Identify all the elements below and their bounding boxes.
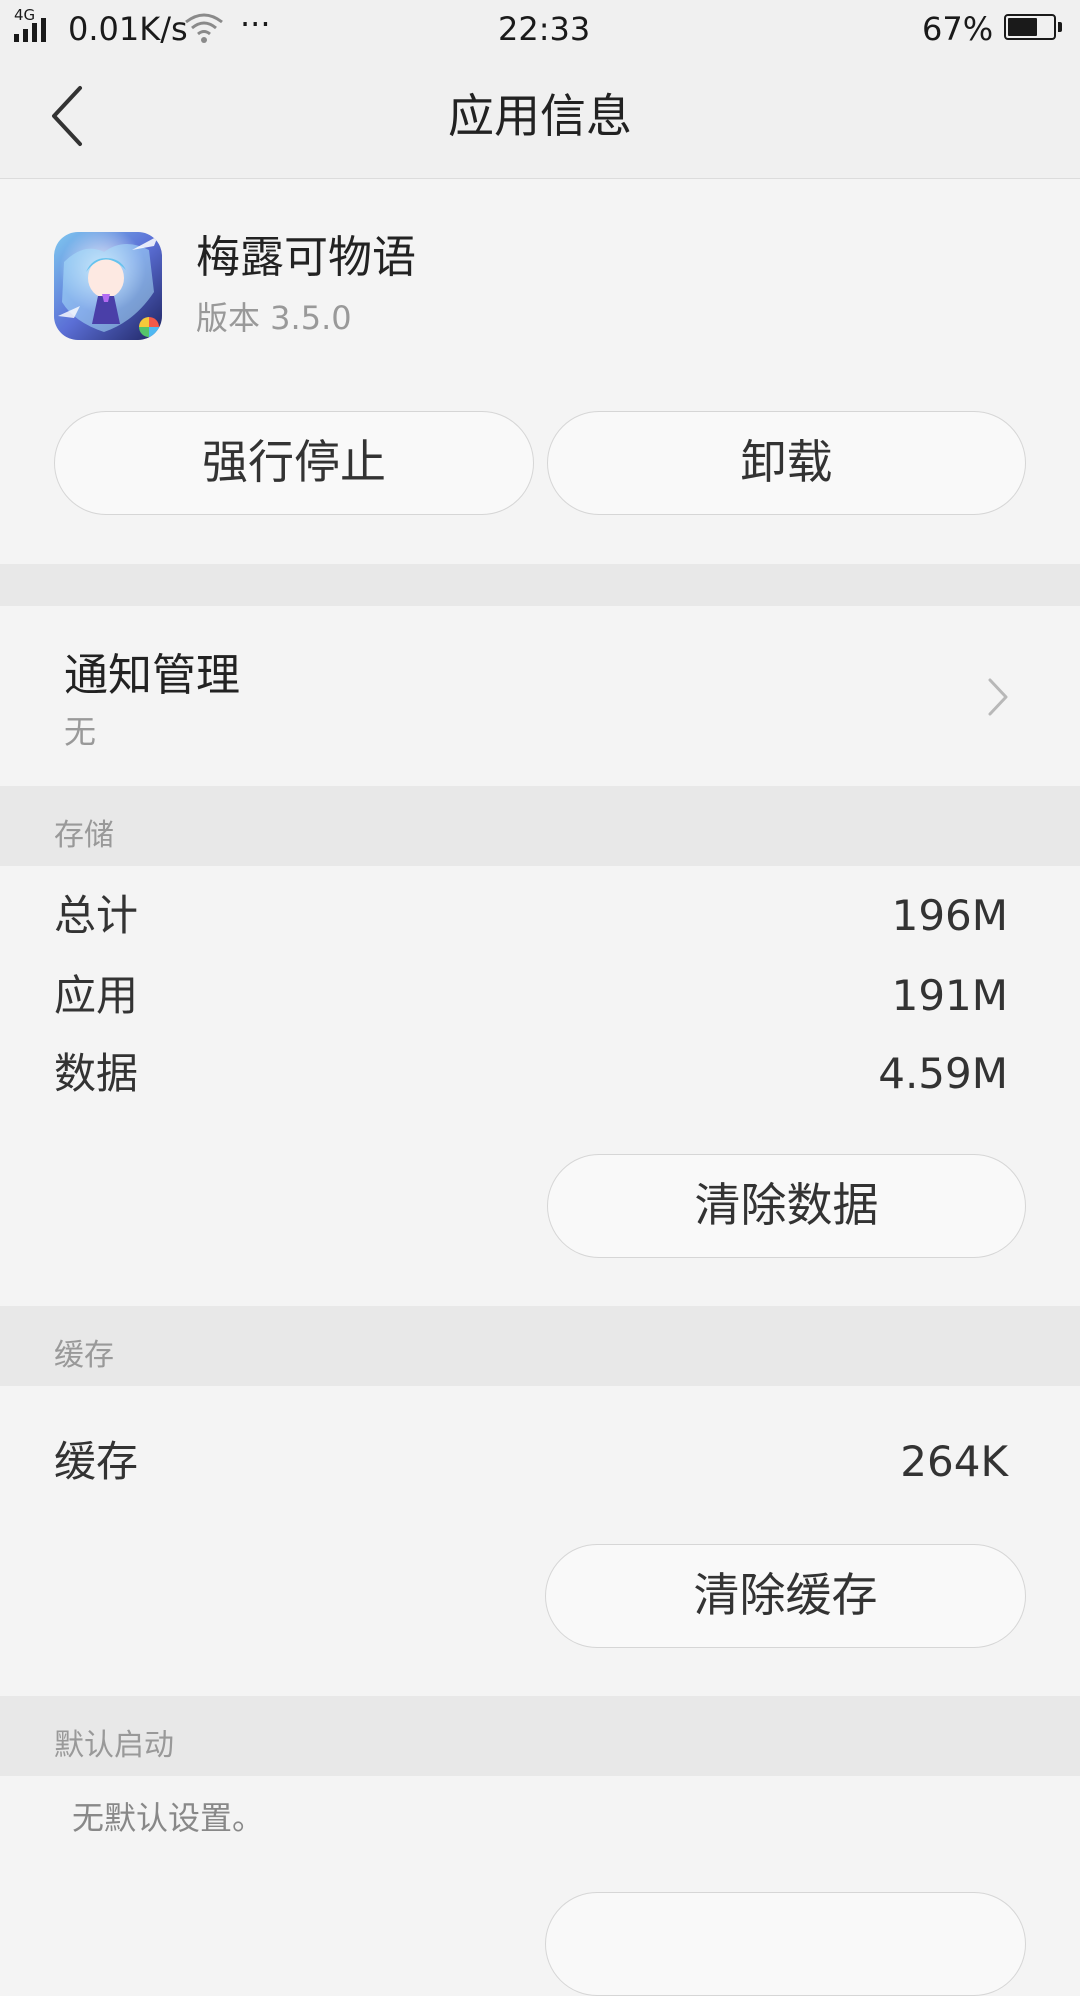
battery-icon xyxy=(1004,14,1062,40)
storage-data-value: 4.59M xyxy=(878,1049,1008,1098)
cache-header-label: 缓存 xyxy=(54,1338,114,1373)
uninstall-button[interactable]: 卸载 xyxy=(547,411,1026,515)
app-name: 梅露可物语 xyxy=(196,232,416,283)
title-bar: 应用信息 xyxy=(0,58,1080,179)
storage-data-label: 数据 xyxy=(54,1049,139,1098)
storage-app-label: 应用 xyxy=(54,971,139,1020)
cache-section xyxy=(0,1386,1080,1696)
status-bar: 4G 0.01K/s ··· 22:33 67% xyxy=(0,0,1080,58)
storage-total-label: 总计 xyxy=(54,891,139,940)
notification-value: 无 xyxy=(64,713,97,751)
default-launch-text: 无默认设置。 xyxy=(72,1799,265,1837)
default-launch-header-label: 默认启动 xyxy=(54,1728,174,1763)
cache-value: 264K xyxy=(900,1437,1008,1486)
section-divider xyxy=(0,564,1080,606)
page-title: 应用信息 xyxy=(448,89,632,143)
app-icon xyxy=(54,232,162,340)
signal-icon xyxy=(14,18,46,42)
app-version: 版本 3.5.0 xyxy=(196,299,352,337)
notification-management-row[interactable]: 通知管理 无 xyxy=(0,606,1080,786)
default-launch-section-header: 默认启动 xyxy=(0,1696,1080,1776)
storage-header-label: 存储 xyxy=(54,818,114,853)
cache-section-header: 缓存 xyxy=(0,1306,1080,1386)
cache-label: 缓存 xyxy=(54,1437,139,1486)
battery-percent: 67% xyxy=(922,10,994,48)
clock: 22:33 xyxy=(498,10,591,48)
battery-level xyxy=(1008,18,1037,36)
wifi-icon xyxy=(185,13,223,43)
force-stop-button[interactable]: 强行停止 xyxy=(54,411,534,515)
chevron-right-icon xyxy=(988,678,1008,716)
clear-cache-button[interactable]: 清除缓存 xyxy=(545,1544,1026,1648)
storage-app-value: 191M xyxy=(891,971,1008,1020)
network-speed: 0.01K/s xyxy=(68,10,188,48)
storage-section-header: 存储 xyxy=(0,786,1080,866)
storage-total-value: 196M xyxy=(891,891,1008,940)
clear-defaults-button[interactable] xyxy=(545,1892,1026,1996)
more-indicator: ··· xyxy=(240,5,271,43)
clear-data-button[interactable]: 清除数据 xyxy=(547,1154,1026,1258)
notification-label: 通知管理 xyxy=(64,650,240,701)
